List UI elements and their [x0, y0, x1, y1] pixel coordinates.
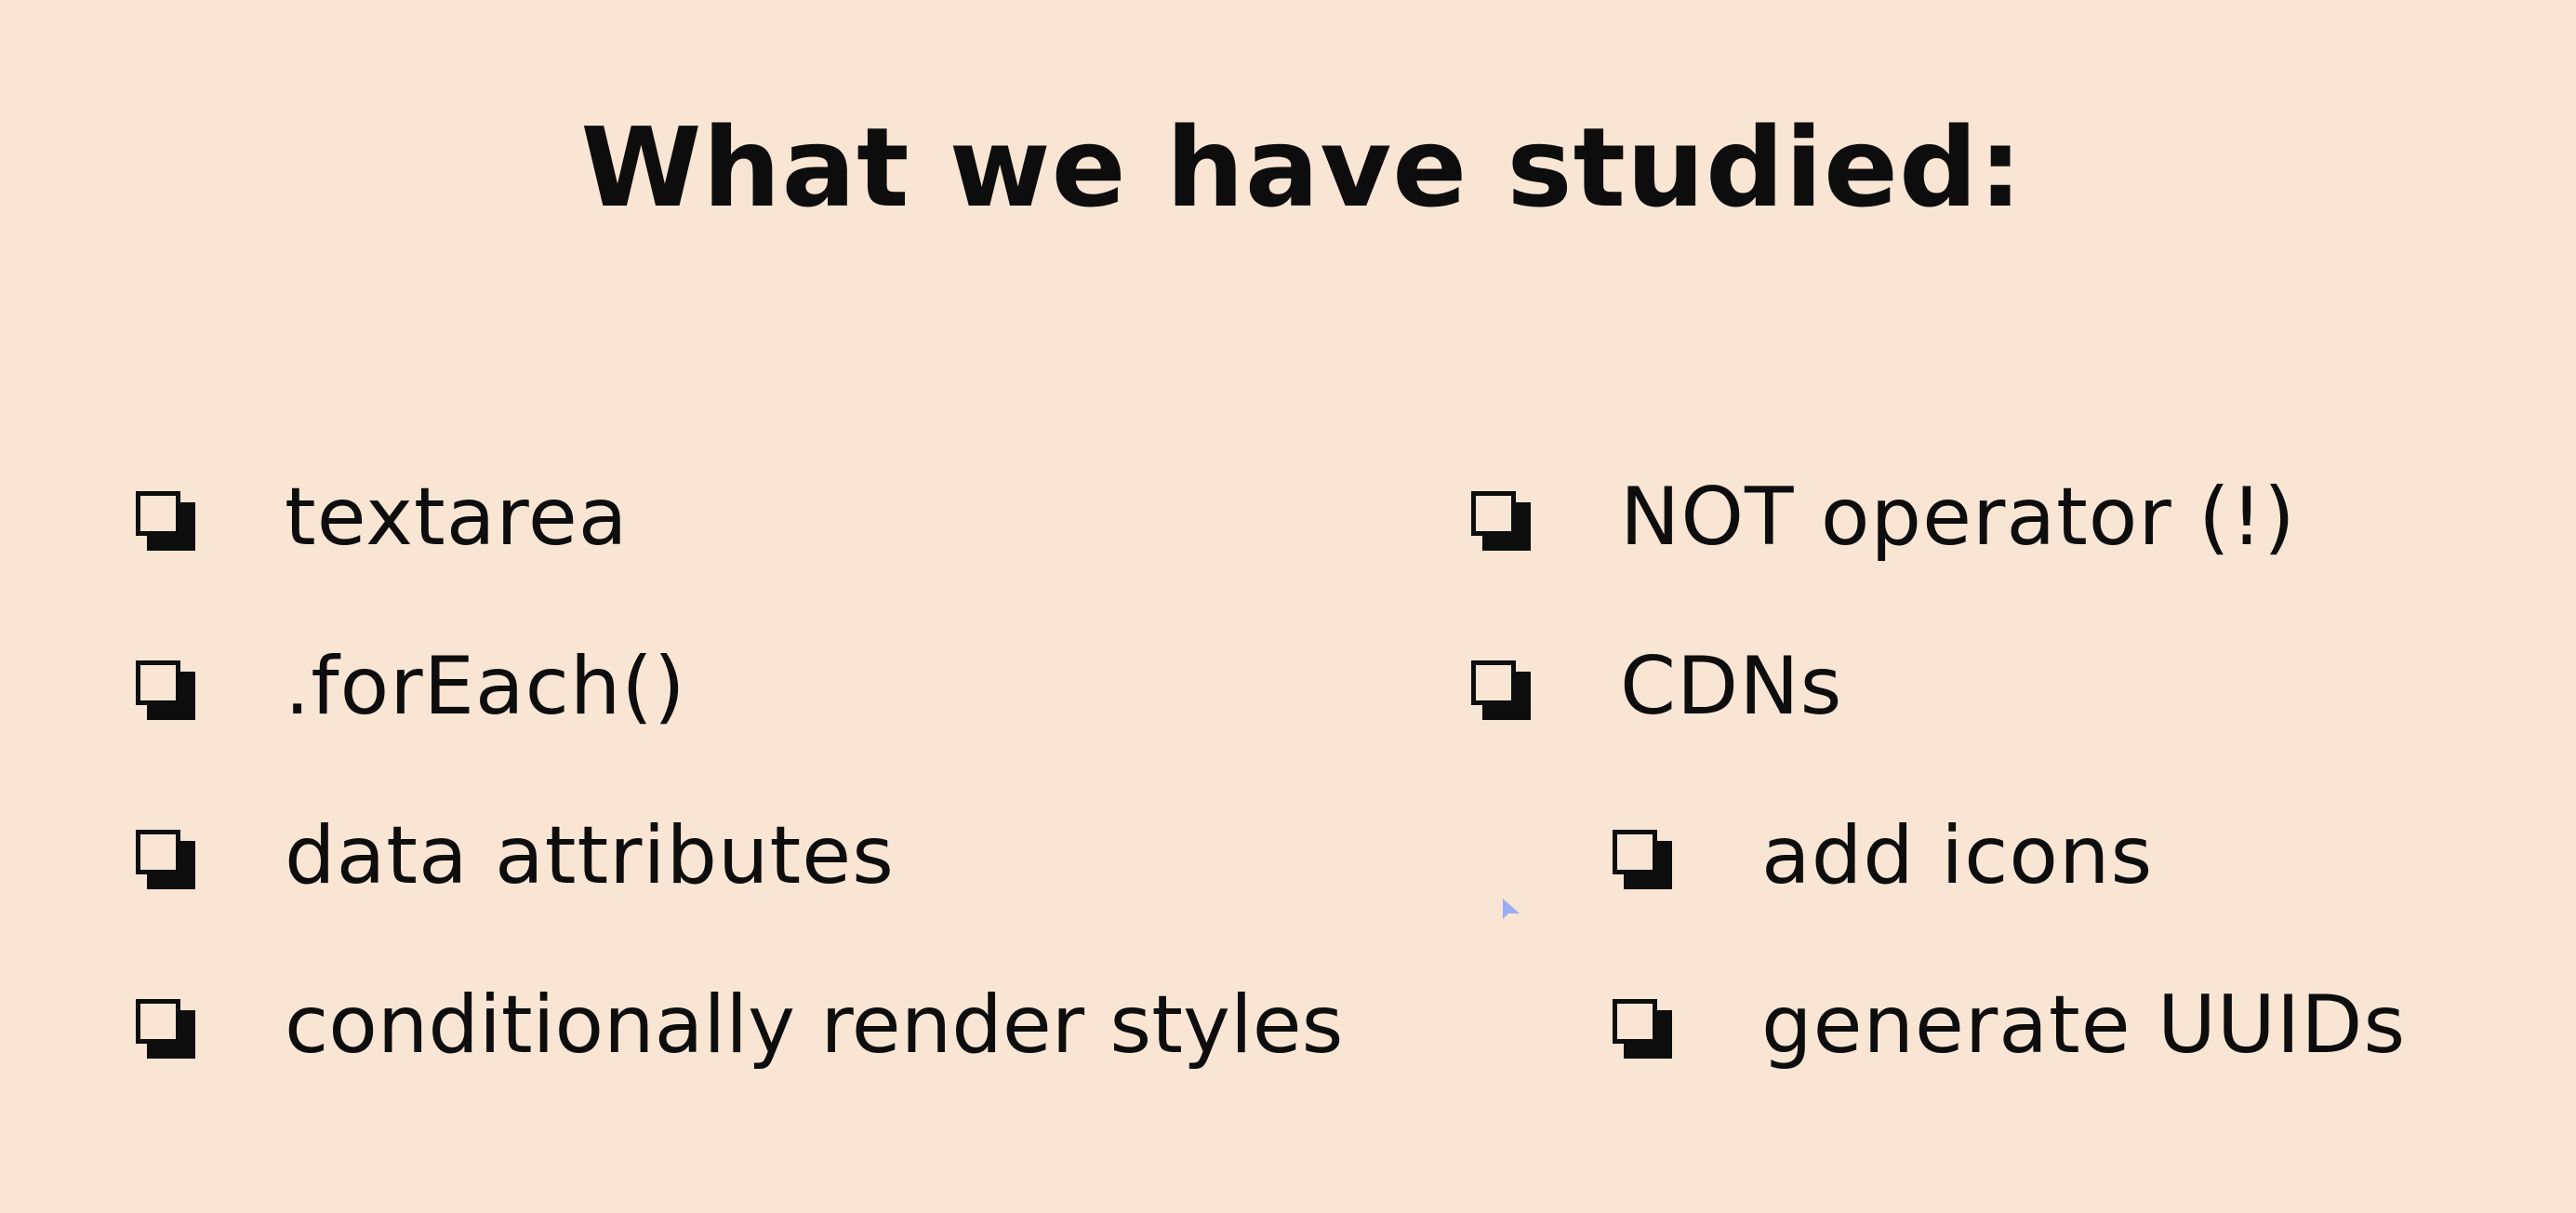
mouse-pointer-icon: [1503, 899, 1520, 919]
list-item-label: .forEach(): [285, 640, 686, 733]
checkbox-icon: [136, 491, 195, 551]
checkbox-icon: [1613, 999, 1672, 1059]
list-item-label: data attributes: [285, 809, 895, 902]
checkbox-icon: [1471, 491, 1531, 551]
checkbox-icon: [1471, 660, 1531, 720]
slide: What we have studied: textarea .forEach(…: [0, 0, 2576, 1213]
checkbox-icon: [136, 999, 195, 1059]
sub-item-label: add icons: [1761, 809, 2154, 902]
list-item-label: NOT operator (!): [1620, 471, 2296, 564]
checkbox-icon: [136, 660, 195, 720]
list-item-label: CDNs: [1620, 640, 1843, 733]
slide-title: What we have studied:: [580, 103, 2024, 232]
checkbox-icon: [136, 830, 195, 889]
list-item-label: conditionally render styles: [285, 979, 1344, 1072]
list-item-label: textarea: [285, 471, 629, 564]
sub-item-label: generate UUIDs: [1761, 979, 2407, 1072]
checkbox-icon: [1613, 830, 1672, 889]
